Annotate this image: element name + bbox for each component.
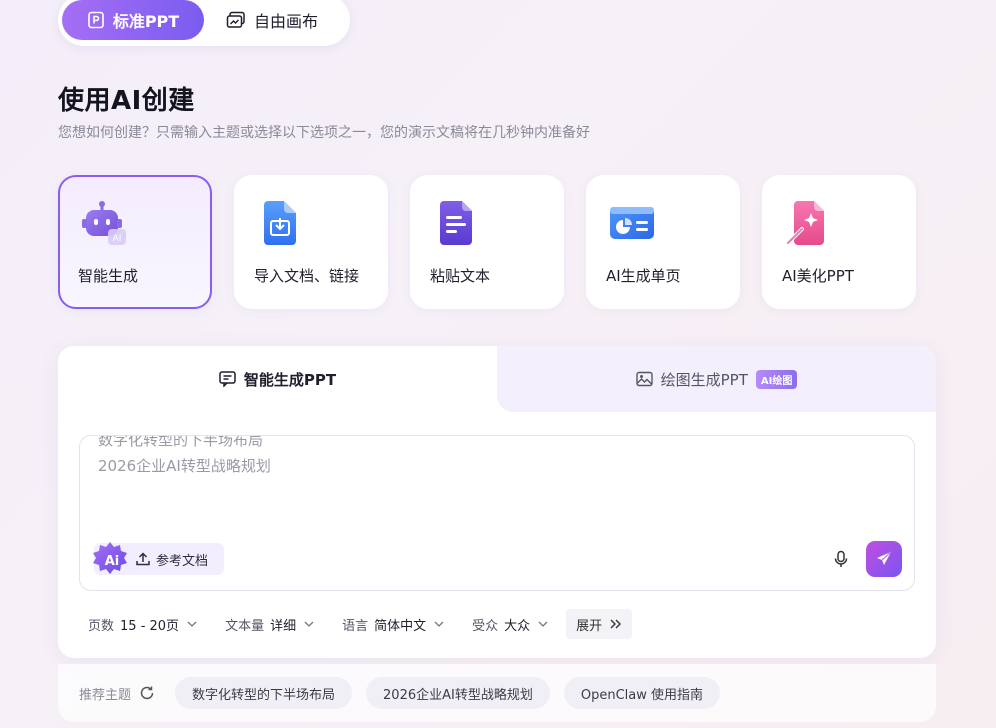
generation-options: 页数 15 - 20页 文本量 详细 语言 简体中文 受众 大众 展开 (88, 609, 633, 639)
language-select[interactable]: 语言 简体中文 (342, 615, 444, 634)
ai-label: Ai (104, 553, 120, 569)
card-label: 智能生成 (78, 267, 139, 285)
ppt-file-icon (88, 11, 104, 29)
card-paste-text[interactable]: 粘贴文本 (410, 175, 564, 309)
page-subtitle: 您想如何创建？只需输入主题或选择以下选项之一，您的演示文稿将在几秒钟内准备好 (58, 125, 590, 141)
beautify-icon (786, 201, 824, 245)
suggested-topics: 推荐主题 数字化转型的下半场布局 2026企业AI转型战略规划 OpenClaw… (58, 664, 936, 722)
mode-toggle: 标准PPT 自由画布 (58, 0, 350, 46)
tab-label: 绘图生成PPT (660, 370, 748, 389)
single-page-icon (610, 207, 654, 239)
text-amount-value: 详细 (270, 618, 297, 634)
suggested-topic-chip[interactable]: 2026企业AI转型战略规划 (366, 677, 550, 709)
card-label: 粘贴文本 (430, 267, 491, 285)
free-canvas-tab[interactable]: 自由画布 (204, 0, 338, 40)
prompt-text-area[interactable]: 数字化转型的下半场布局 2026企业AI转型战略规划 (98, 436, 598, 478)
suggested-topic-chip[interactable]: 数字化转型的下半场布局 (175, 677, 353, 709)
pages-select[interactable]: 页数 15 - 20页 (88, 615, 197, 634)
page-title: 使用AI创建 (58, 86, 195, 116)
chevron-down-icon (434, 621, 444, 627)
audience-select[interactable]: 受众 大众 (472, 615, 548, 634)
tab-smart-generate-ppt[interactable]: 智能生成PPT (58, 346, 513, 412)
card-label: 导入文档、链接 (254, 267, 360, 285)
suggested-topics-label: 推荐主题 (79, 687, 132, 703)
creation-options: AI 智能生成 导入文档、链接 粘贴文本 AI生成单页 AI美化PPT (58, 175, 916, 309)
microphone-icon[interactable] (832, 550, 850, 568)
prompt-line: 2026企业AI转型战略规划 (98, 457, 271, 475)
send-button[interactable] (866, 541, 902, 577)
reference-document-label: 参考文档 (156, 553, 209, 569)
pages-value: 15 - 20页 (120, 618, 180, 634)
expand-options-button[interactable]: 展开 (566, 609, 633, 639)
expand-label: 展开 (576, 618, 603, 634)
suggested-topics-header: 推荐主题 (79, 684, 155, 703)
reference-document-button[interactable]: Ai 参考文档 (93, 542, 224, 575)
card-label: AI美化PPT (782, 267, 854, 285)
chat-icon (219, 371, 236, 387)
card-label: AI生成单页 (606, 267, 681, 285)
pages-label: 页数 (88, 618, 115, 634)
language-value: 简体中文 (374, 618, 427, 634)
language-label: 语言 (342, 618, 369, 634)
generation-panel: 智能生成PPT 绘图生成PPT AI绘图 数字化转型的下半场布局 2026企业A… (58, 346, 936, 658)
double-chevron-right-icon (610, 619, 622, 629)
standard-ppt-tab[interactable]: 标准PPT (62, 0, 204, 40)
canvas-icon (226, 11, 245, 28)
standard-ppt-label: 标准PPT (112, 12, 180, 31)
refresh-icon[interactable] (139, 685, 155, 701)
send-icon (877, 551, 892, 565)
card-smart-generate[interactable]: AI 智能生成 (58, 175, 212, 309)
chevron-down-icon (538, 621, 548, 627)
topic-input[interactable]: 数字化转型的下半场布局 2026企业AI转型战略规划 Ai 参考文档 (79, 435, 915, 591)
chevron-down-icon (304, 621, 314, 627)
prompt-line: 数字化转型的下半场布局 (98, 436, 264, 449)
text-amount-select[interactable]: 文本量 详细 (225, 615, 314, 634)
upload-icon (136, 552, 150, 566)
tab-drawing-ppt[interactable]: 绘图生成PPT AI绘图 (497, 346, 936, 412)
tab-label: 智能生成PPT (243, 370, 337, 389)
text-amount-label: 文本量 (225, 618, 265, 634)
card-import-document[interactable]: 导入文档、链接 (234, 175, 388, 309)
chevron-down-icon (187, 621, 197, 627)
card-ai-beautify[interactable]: AI美化PPT (762, 175, 916, 309)
svg-text:AI: AI (113, 234, 122, 244)
audience-value: 大众 (504, 618, 531, 634)
image-icon (635, 371, 653, 387)
audience-label: 受众 (472, 618, 499, 634)
suggested-topic-chip[interactable]: OpenClaw 使用指南 (563, 677, 720, 709)
free-canvas-label: 自由画布 (254, 12, 319, 31)
robot-icon: AI (82, 201, 126, 245)
generation-tabs: 智能生成PPT 绘图生成PPT AI绘图 (58, 346, 936, 412)
ai-drawing-badge: AI绘图 (755, 369, 798, 389)
paste-text-icon (440, 201, 472, 245)
import-document-icon (264, 201, 296, 245)
card-ai-single-page[interactable]: AI生成单页 (586, 175, 740, 309)
